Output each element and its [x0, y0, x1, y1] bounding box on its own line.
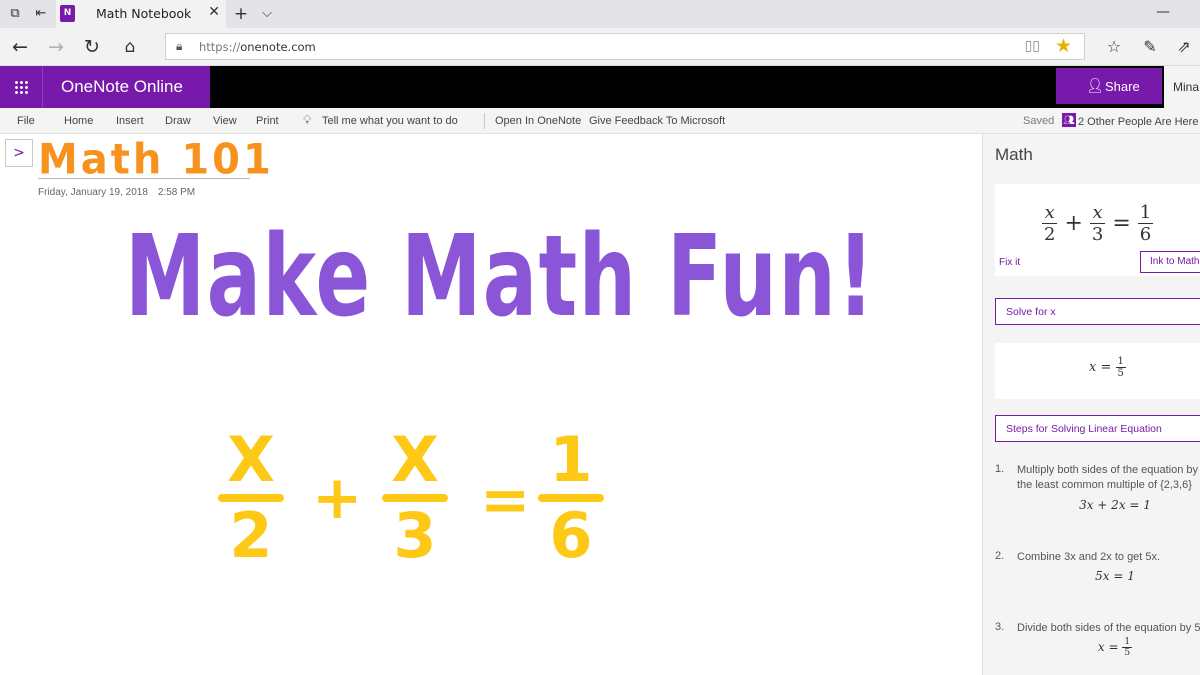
ribbon-divider: [484, 113, 485, 129]
expand-navigation-chevron-icon[interactable]: >: [5, 139, 33, 167]
app-name[interactable]: OneNote Online: [42, 66, 210, 108]
give-feedback-link[interactable]: Give Feedback To Microsoft: [589, 115, 725, 127]
user-account[interactable]: Mina: [1164, 66, 1200, 108]
address-bar[interactable]: 🔒︎ https://onenote.com ▯▯ ★: [165, 33, 1085, 60]
share-button[interactable]: 👤︎ Share: [1056, 68, 1162, 104]
menu-draw[interactable]: Draw: [165, 115, 191, 127]
menu-file[interactable]: File: [17, 115, 35, 127]
solution-card: x = 15: [995, 343, 1200, 399]
add-person-icon: 👤︎: [1086, 77, 1104, 93]
ink-equals[interactable]: =: [480, 470, 530, 530]
steps-select[interactable]: Steps for Solving Linear Equation: [995, 415, 1200, 442]
step-item: 2. Combine 3x and 2x to get 5x. 5x = 1: [995, 550, 1161, 583]
menu-view[interactable]: View: [213, 115, 237, 127]
ink-plus[interactable]: +: [312, 468, 362, 528]
ink-heading[interactable]: Make Math Fun!: [125, 212, 875, 342]
refresh-icon[interactable]: ↻: [80, 35, 104, 59]
step-item: 1. Multiply both sides of the equation b…: [995, 463, 1199, 512]
math-pane: Math x 2 + x 3 = 1 6 Fix it Ink to Math Solve f…: [982, 134, 1200, 675]
back-arrow-icon[interactable]: ←: [8, 35, 32, 59]
onenote-icon: N: [60, 5, 75, 22]
url-text: https://onenote.com: [199, 40, 316, 54]
ink-fraction-1-over-6[interactable]: 16: [538, 428, 604, 568]
favorite-star-icon[interactable]: ★: [1055, 35, 1072, 57]
menu-insert[interactable]: Insert: [116, 115, 144, 127]
new-tab-icon[interactable]: +: [232, 6, 250, 23]
favorites-hub-icon[interactable]: ☆: [1102, 35, 1126, 59]
reading-view-icon[interactable]: ▯▯: [1025, 38, 1040, 54]
fix-it-link[interactable]: Fix it: [999, 257, 1020, 268]
share-browser-icon[interactable]: ⇗: [1172, 35, 1196, 59]
set-tabs-aside-icon[interactable]: ⇤: [32, 6, 50, 22]
forward-arrow-icon[interactable]: →: [44, 35, 68, 59]
browser-navigation-bar: ← → ↻ ⌂ 🔒︎ https://onenote.com ▯▯ ★ ☆ ✎ …: [0, 28, 1200, 66]
lightbulb-icon: 💡︎: [303, 113, 312, 127]
menu-home[interactable]: Home: [64, 115, 93, 127]
onenote-header: OneNote Online 👤︎ Share Mina: [0, 66, 1200, 108]
tab-title: Math Notebook: [96, 6, 192, 21]
web-note-pen-icon[interactable]: ✎: [1138, 35, 1162, 59]
home-icon[interactable]: ⌂: [118, 35, 142, 59]
tab-manager-icon[interactable]: ⧉: [6, 6, 24, 22]
solve-action-select[interactable]: Solve for x: [995, 298, 1200, 325]
other-people-here[interactable]: 2 Other People Are Here ▾: [1078, 115, 1200, 128]
recognized-equation: x 2 + x 3 = 1 6: [1042, 202, 1154, 245]
close-tab-icon[interactable]: ✕: [208, 4, 220, 20]
ink-fraction-x-over-3[interactable]: X3: [382, 428, 448, 568]
tell-me-search[interactable]: Tell me what you want to do: [322, 115, 458, 127]
saved-status: Saved: [1023, 115, 1055, 127]
browser-tab-math-notebook[interactable]: N Math Notebook ✕: [56, 0, 226, 28]
page-title[interactable]: Math 101: [38, 136, 274, 184]
step-item: 3. Divide both sides of the equation by …: [995, 621, 1200, 658]
math-pane-title: Math: [995, 145, 1033, 164]
app-launcher-waffle-icon[interactable]: [0, 66, 42, 108]
ink-fraction-x-over-2[interactable]: X2: [218, 428, 284, 568]
tab-list-chevron-icon[interactable]: ⌵: [258, 6, 276, 22]
browser-tab-strip: ⧉ ⇤ N Math Notebook ✕ + ⌵ —: [0, 0, 1200, 28]
page-date: Friday, January 19, 2018 2:58 PM: [38, 187, 196, 198]
menu-print[interactable]: Print: [256, 115, 279, 127]
title-underline: [38, 178, 250, 179]
solution-value: x = 15: [1089, 356, 1126, 379]
open-in-onenote-link[interactable]: Open In OneNote: [495, 115, 581, 127]
lock-icon: 🔒︎: [176, 39, 183, 53]
ribbon-menu: File Home Insert Draw View Print 💡︎ Tell…: [0, 108, 1200, 134]
ink-to-math-button[interactable]: Ink to Math: [1140, 251, 1200, 273]
people-icon: 👥︎: [1062, 113, 1076, 127]
minimize-window-icon[interactable]: —: [1156, 4, 1170, 20]
